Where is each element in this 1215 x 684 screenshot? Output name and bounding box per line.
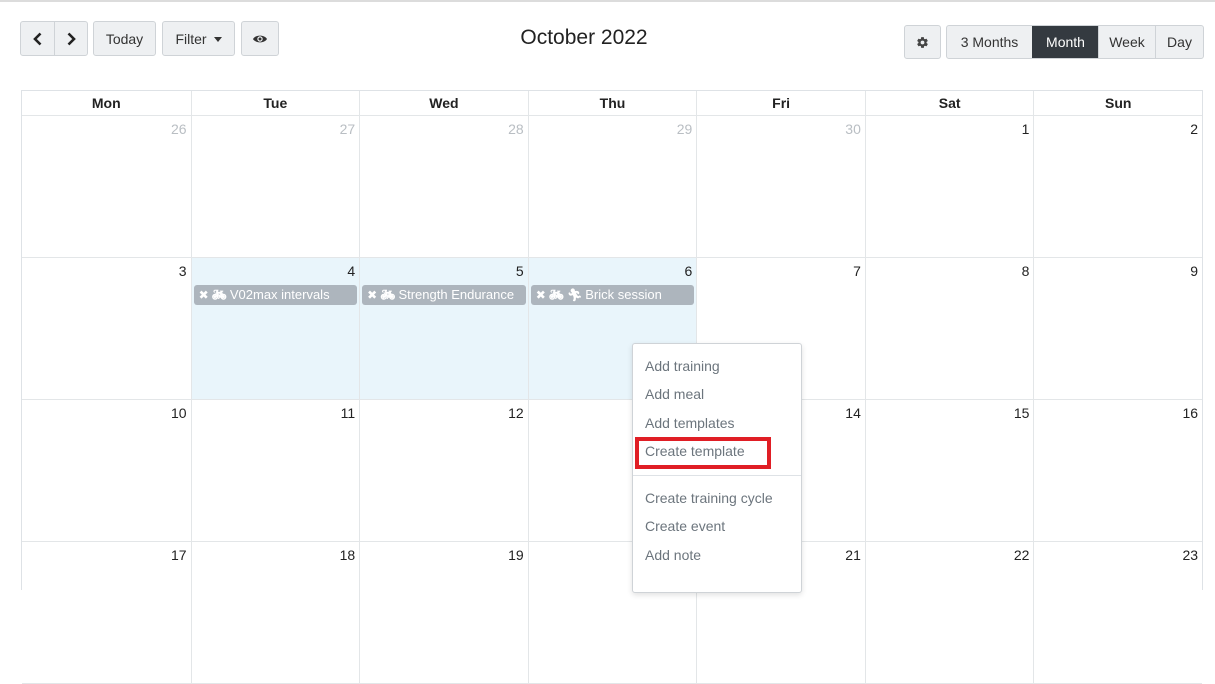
week-row: 3 4 ✖ 🚲︎ V02max intervals 5 ✖ 🚲︎ Strengt… [22,258,1202,400]
day-cell[interactable]: 16 [1033,400,1202,541]
day-number: 19 [508,547,524,563]
day-cell[interactable]: 26 [22,116,191,257]
event-training[interactable]: ✖ 🚲︎ V02max intervals [193,285,358,305]
context-menu: Add training Add meal Add templates Crea… [632,343,802,593]
top-border [0,0,1215,2]
view-week-button[interactable]: Week [1098,26,1155,58]
weekday-sun: Sun [1033,91,1202,115]
weekday-mon: Mon [91,95,121,111]
event-title: Brick session [585,287,662,302]
day-cell[interactable]: 22 [864,542,1034,683]
weekday-thu: Thu [527,91,697,115]
day-number: 16 [1182,405,1199,421]
day-number: 26 [170,121,187,137]
weekday-tue: Tue [190,91,360,115]
day-cell[interactable]: 11 [190,400,360,541]
day-cell[interactable]: 29 [527,116,697,257]
day-cell[interactable]: 12 [359,400,528,541]
menu-item-create-training-cycle[interactable]: Create training cycle [633,484,801,512]
close-icon[interactable]: ✖ [367,285,377,305]
gear-icon [917,36,928,48]
day-cell[interactable]: 30 [696,116,865,257]
day-number: 17 [170,547,187,563]
day-cell[interactable]: 8 [864,258,1034,399]
event-title: Strength Endurance [398,287,515,302]
view-day-button[interactable]: Day [1155,26,1203,58]
bike-icon: 🚲︎ [211,288,227,302]
day-number: 22 [1013,547,1030,563]
day-number: 8 [1021,263,1030,279]
day-number: 12 [508,405,524,421]
day-number: 6 [684,263,693,279]
event-training[interactable]: ✖ 🚲︎ Strength Endurance [362,285,526,305]
day-cell[interactable]: 23 [1033,542,1202,683]
week-row: 17 18 19 20 21 22 23 [22,542,1202,684]
day-number: 9 [1190,263,1199,279]
day-number: 2 [1190,121,1199,137]
day-number: 10 [170,405,187,421]
weekday-fri: Fri [696,91,865,115]
menu-divider [633,475,801,477]
day-number: 27 [339,121,356,137]
view-month-button[interactable]: Month [1032,26,1098,58]
day-cell[interactable]: 3 [22,258,191,399]
day-number: 23 [1182,547,1199,563]
month-calendar: Mon Tue Wed Thu Fri Sat Sun 26 27 28 29 … [21,90,1203,684]
day-cell-selected[interactable]: 4 ✖ 🚲︎ V02max intervals [190,258,360,399]
event-training[interactable]: ✖ 🚲︎ 🏃︎ Brick session [530,285,695,305]
menu-item-add-meal[interactable]: Add meal [633,380,801,408]
bike-icon: 🚲︎ [380,288,396,302]
day-cell[interactable]: 9 [1033,258,1202,399]
day-cell-selected[interactable]: 5 ✖ 🚲︎ Strength Endurance [359,258,528,399]
bike-icon: 🚲︎ [548,288,565,302]
close-icon[interactable]: ✖ [199,285,209,305]
day-cell[interactable]: 28 [359,116,528,257]
menu-item-add-training[interactable]: Add training [633,352,801,380]
day-cell[interactable]: 1 [864,116,1034,257]
event-title: V02max intervals [229,287,330,302]
weekday-header: Mon Tue Wed Thu Fri Sat Sun [22,91,1202,116]
weekday-sat: Sat [864,91,1034,115]
week-row: 10 11 12 13 14 15 16 [22,400,1202,542]
day-cell[interactable]: 17 [22,542,191,683]
day-number: 28 [508,121,524,137]
day-number: 3 [178,263,187,279]
day-number: 18 [339,547,356,563]
close-icon[interactable]: ✖ [536,285,546,305]
day-cell[interactable]: 19 [359,542,528,683]
day-cell[interactable]: 18 [190,542,360,683]
day-number: 1 [1021,121,1030,137]
view-3-months-button[interactable]: 3 Months [947,26,1032,58]
settings-button[interactable] [904,25,941,59]
week-row: 26 27 28 29 30 1 2 [22,116,1202,258]
view-switcher: 3 Months Month Week Day [946,25,1204,59]
day-number: 5 [515,263,524,279]
day-cell[interactable]: 2 [1033,116,1202,257]
menu-item-create-template[interactable]: Create template [633,436,801,469]
menu-item-add-note[interactable]: Add note [633,541,801,569]
weekday-wed: Wed [359,91,528,115]
day-number: 29 [676,121,693,137]
day-cell[interactable]: 15 [864,400,1034,541]
day-number: 7 [853,263,861,279]
day-cell[interactable]: 10 [22,400,191,541]
day-number: 4 [347,263,356,279]
day-number: 11 [340,405,356,421]
day-number: 15 [1013,405,1030,421]
day-number: 14 [845,405,861,421]
highlight-box [635,436,771,469]
run-icon: 🏃︎ [567,288,583,302]
day-number: 21 [845,547,861,563]
menu-item-create-event[interactable]: Create event [633,512,801,540]
menu-item-add-templates[interactable]: Add templates [633,409,801,437]
day-cell[interactable]: 27 [190,116,360,257]
day-number: 30 [845,121,861,137]
